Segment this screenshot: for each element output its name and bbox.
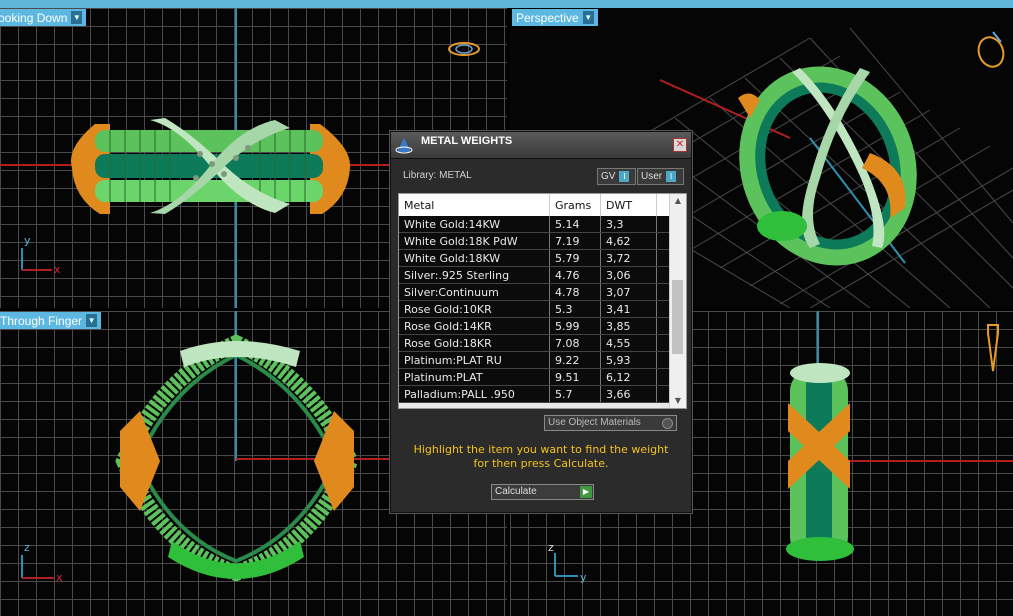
grams-cell: 5.7 xyxy=(549,385,601,403)
dwt-cell: 3,41 xyxy=(600,300,657,318)
chevron-down-icon[interactable]: ▼ xyxy=(71,11,83,24)
grams-cell: 7.19 xyxy=(549,232,601,250)
table-row[interactable]: White Gold:18K PdW 7.19 4,62 xyxy=(399,232,675,250)
column-header-dwt[interactable]: DWT xyxy=(600,194,657,216)
table-row[interactable]: Palladium:PALL .950 5.7 3,66 xyxy=(399,385,675,403)
metal-cell: Platinum:PLAT RU xyxy=(399,351,550,369)
metal-cell: Silver:.925 Sterling xyxy=(399,266,550,284)
dwt-cell: 3,06 xyxy=(600,266,657,284)
metal-weights-table[interactable]: Metal Grams DWT White Gold:14KW 5.14 3,3 Wh… xyxy=(398,193,687,409)
calculate-button[interactable]: Calculate ▶ xyxy=(491,484,594,500)
grams-cell: 9.51 xyxy=(549,368,601,386)
table-row[interactable]: Rose Gold:10KR 5.3 3,41 xyxy=(399,300,675,318)
view-cube-ring-icon[interactable] xyxy=(975,26,1007,70)
scroll-thumb[interactable] xyxy=(672,280,683,354)
metal-cell: Rose Gold:10KR xyxy=(399,300,550,318)
dwt-cell: 6,12 xyxy=(600,368,657,386)
radio-icon xyxy=(662,418,673,429)
use-object-materials-toggle[interactable]: Use Object Materials xyxy=(544,415,677,431)
grams-cell: 5.99 xyxy=(549,317,601,335)
table-scrollbar[interactable]: ▲ ▼ xyxy=(669,194,686,408)
dwt-cell: 5,93 xyxy=(600,351,657,369)
table-row[interactable]: Silver:Continuum 4.78 3,07 xyxy=(399,283,675,301)
table-row[interactable]: Rose Gold:18KR 7.08 4,55 xyxy=(399,334,675,352)
table-row[interactable]: Rose Gold:14KR 5.99 3,85 xyxy=(399,317,675,335)
scroll-up-icon[interactable]: ▲ xyxy=(670,194,686,208)
axis-x-label: x xyxy=(56,571,63,584)
grams-cell: 4.78 xyxy=(549,283,601,301)
dwt-cell: 3,85 xyxy=(600,317,657,335)
viewport-label-perspective[interactable]: Perspective ▼ xyxy=(512,9,598,26)
view-cube-ring-icon[interactable] xyxy=(985,321,1001,375)
metal-cell: Rose Gold:14KR xyxy=(399,317,550,335)
chevron-down-icon[interactable]: ▼ xyxy=(582,11,594,24)
axis-z-label: z xyxy=(24,541,30,554)
chevron-down-icon[interactable]: ▼ xyxy=(86,314,98,327)
top-title-bar xyxy=(0,0,1013,8)
metal-cell: Silver:Continuum xyxy=(399,283,550,301)
library-label: Library: METAL xyxy=(403,170,472,181)
table-row[interactable]: Silver:.925 Sterling 4.76 3,06 xyxy=(399,266,675,284)
view-cube-ring-icon[interactable] xyxy=(446,40,482,58)
dialog-title: METAL WEIGHTS xyxy=(421,135,513,147)
viewport-label-looking-down[interactable]: ooking Down ▼ xyxy=(0,9,87,26)
instruction-message: Highlight the item you want to find the … xyxy=(413,443,669,470)
axis-y-label: y xyxy=(24,234,31,247)
dialog-title-bar[interactable]: METAL WEIGHTS ✕ xyxy=(391,132,691,159)
metal-cell: White Gold:18KW xyxy=(399,249,550,267)
metal-cell: Platinum:PLAT xyxy=(399,368,550,386)
viewport-label-through-finger[interactable]: Through Finger ▼ xyxy=(0,312,102,329)
metal-cell: Rose Gold:18KR xyxy=(399,334,550,352)
axis-z-label: z xyxy=(548,541,554,554)
app-logo-icon xyxy=(393,134,415,156)
play-arrow-icon: ▶ xyxy=(580,486,592,498)
toggle-indicator-icon: I xyxy=(619,171,630,182)
dwt-cell: 3,66 xyxy=(600,385,657,403)
metal-weights-dialog: METAL WEIGHTS ✕ Library: METAL GV I User I… xyxy=(390,131,692,513)
user-toggle[interactable]: User I xyxy=(637,168,684,185)
table-row[interactable]: White Gold:18KW 5.79 3,72 xyxy=(399,249,675,267)
grams-cell: 9.22 xyxy=(549,351,601,369)
dwt-cell: 3,72 xyxy=(600,249,657,267)
grams-cell: 4.76 xyxy=(549,266,601,284)
table-row[interactable]: White Gold:14KW 5.14 3,3 xyxy=(399,216,675,233)
metal-cell: White Gold:18K PdW xyxy=(399,232,550,250)
table-header-row: Metal Grams DWT xyxy=(399,194,675,216)
scroll-down-icon[interactable]: ▼ xyxy=(670,394,686,408)
grams-cell: 5.79 xyxy=(549,249,601,267)
dwt-cell: 4,55 xyxy=(600,334,657,352)
grams-cell: 5.3 xyxy=(549,300,601,318)
column-header-grams[interactable]: Grams xyxy=(549,194,601,216)
table-row[interactable]: Platinum:PLAT 9.51 6,12 xyxy=(399,368,675,386)
grams-cell: 5.14 xyxy=(549,216,601,233)
gv-toggle[interactable]: GV I xyxy=(597,168,636,185)
axis-x-label: x xyxy=(54,263,61,276)
metal-cell: White Gold:14KW xyxy=(399,216,550,233)
column-header-metal[interactable]: Metal xyxy=(399,194,550,216)
dwt-cell: 3,07 xyxy=(600,283,657,301)
table-row[interactable]: Platinum:PLAT RU 9.22 5,93 xyxy=(399,351,675,369)
metal-cell: Palladium:PALL .950 xyxy=(399,385,550,403)
dwt-cell: 3,3 xyxy=(600,216,657,233)
dwt-cell: 4,62 xyxy=(600,232,657,250)
axis-y-label: y xyxy=(580,571,587,584)
toggle-indicator-icon: I xyxy=(666,171,677,182)
grams-cell: 7.08 xyxy=(549,334,601,352)
close-icon[interactable]: ✕ xyxy=(673,138,687,152)
